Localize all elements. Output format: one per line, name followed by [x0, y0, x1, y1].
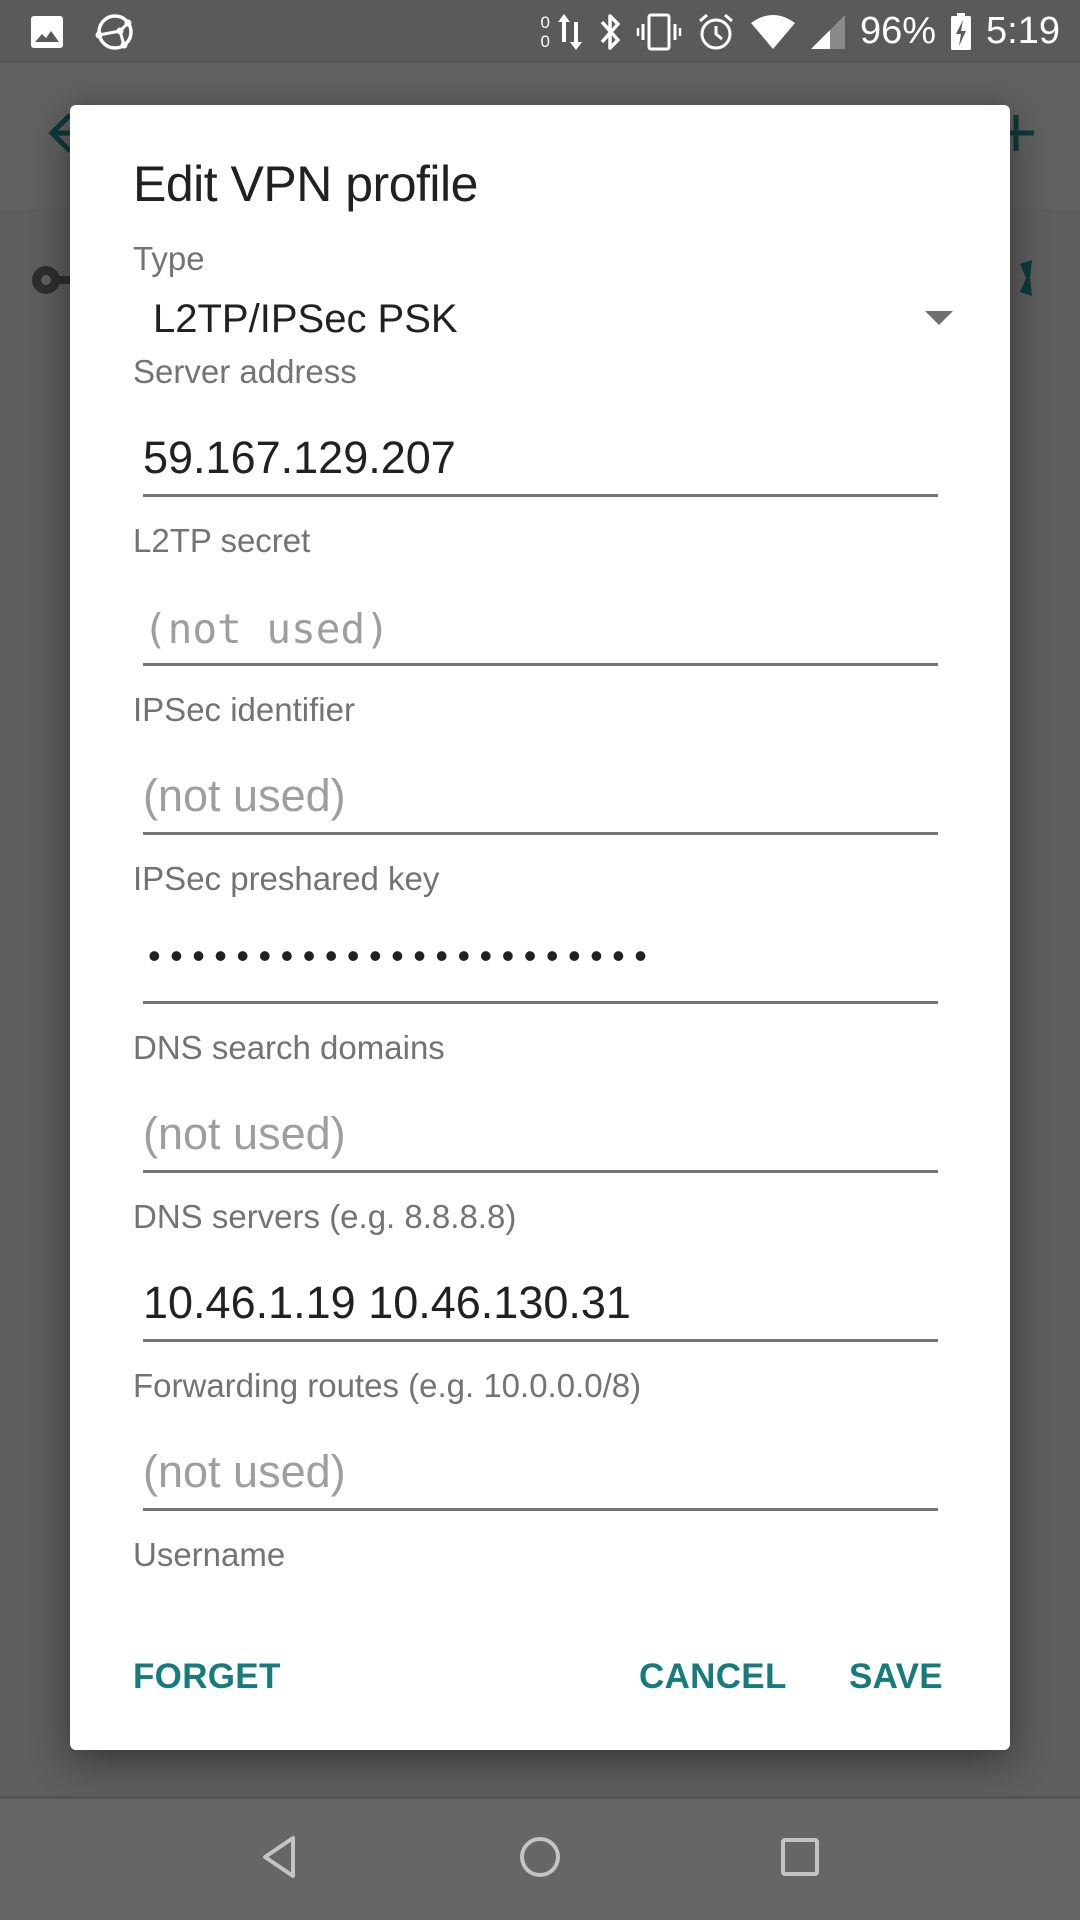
l2tp-secret-label: L2TP secret [133, 522, 311, 559]
vibrate-icon [636, 12, 682, 52]
ipsec-identifier-input[interactable]: (not used) [143, 755, 938, 835]
data-counter: 0 0 [541, 13, 550, 51]
nav-back-icon [260, 1835, 300, 1884]
nav-back-button[interactable] [235, 1815, 325, 1905]
nav-home-icon [518, 1835, 562, 1884]
l2tp-secret-input[interactable]: (not used) [143, 586, 938, 666]
status-bar: 0 0 96% 5:19 [0, 0, 1080, 63]
battery-percent: 96% [859, 10, 937, 52]
dns-search-domains-label: DNS search domains [133, 1029, 445, 1066]
dns-servers-value: 10.46.1.19 10.46.130.31 [143, 1277, 631, 1328]
server-address-value: 59.167.129.207 [143, 432, 456, 483]
dns-search-domains-input[interactable]: (not used) [143, 1093, 938, 1173]
forwarding-routes-placeholder: (not used) [143, 1446, 346, 1497]
server-address-label: Server address [133, 353, 357, 390]
bluetooth-icon [598, 12, 622, 52]
edit-vpn-dialog: Edit VPN profile Type L2TP/IPSec PSK Ser… [70, 105, 1010, 1750]
forwarding-routes-label: Forwarding routes (e.g. 10.0.0.0/8) [133, 1367, 642, 1404]
type-dropdown-value: L2TP/IPSec PSK [153, 297, 458, 341]
forget-button[interactable]: FORGET [133, 1657, 281, 1697]
dns-search-domains-placeholder: (not used) [143, 1108, 346, 1159]
dialog-title: Edit VPN profile [133, 156, 478, 212]
l2tp-secret-placeholder: (not used) [143, 605, 390, 653]
data-arrows-icon [556, 12, 584, 52]
cell-signal-icon [810, 14, 846, 50]
battery-charging-icon [950, 12, 972, 51]
ipsec-identifier-placeholder: (not used) [143, 770, 346, 821]
ipsec-psk-masked-value: ••••••••••••••••••••••• [148, 935, 657, 976]
dns-servers-label: DNS servers (e.g. 8.8.8.8) [133, 1198, 517, 1235]
gear-icon[interactable] [1016, 258, 1056, 303]
data-counter-up: 0 [540, 12, 550, 32]
type-label: Type [133, 240, 205, 277]
dns-servers-input[interactable]: 10.46.1.19 10.46.130.31 [143, 1262, 938, 1342]
ipsec-identifier-label: IPSec identifier [133, 691, 355, 728]
type-dropdown[interactable]: L2TP/IPSec PSK [133, 275, 983, 355]
image-icon [30, 15, 64, 49]
cancel-button[interactable]: CANCEL [639, 1657, 787, 1697]
nav-home-button[interactable] [495, 1815, 585, 1905]
ipsec-psk-input[interactable]: ••••••••••••••••••••••• [143, 924, 938, 1004]
ipsec-psk-label: IPSec preshared key [133, 860, 440, 897]
wifi-icon [750, 13, 796, 51]
vpn-key-icon [30, 260, 70, 305]
username-label: Username [133, 1536, 286, 1573]
save-button[interactable]: SAVE [849, 1657, 943, 1697]
nav-recents-icon [780, 1837, 820, 1882]
forwarding-routes-input[interactable]: (not used) [143, 1431, 938, 1511]
dropdown-arrow-icon [925, 311, 953, 330]
sync-nodes-icon [94, 12, 136, 52]
navigation-bar [0, 1796, 1080, 1920]
clock: 5:19 [986, 10, 1060, 52]
nav-recents-button[interactable] [755, 1815, 845, 1905]
server-address-input[interactable]: 59.167.129.207 [143, 417, 938, 497]
alarm-icon [696, 12, 736, 52]
data-counter-down: 0 [540, 31, 550, 51]
